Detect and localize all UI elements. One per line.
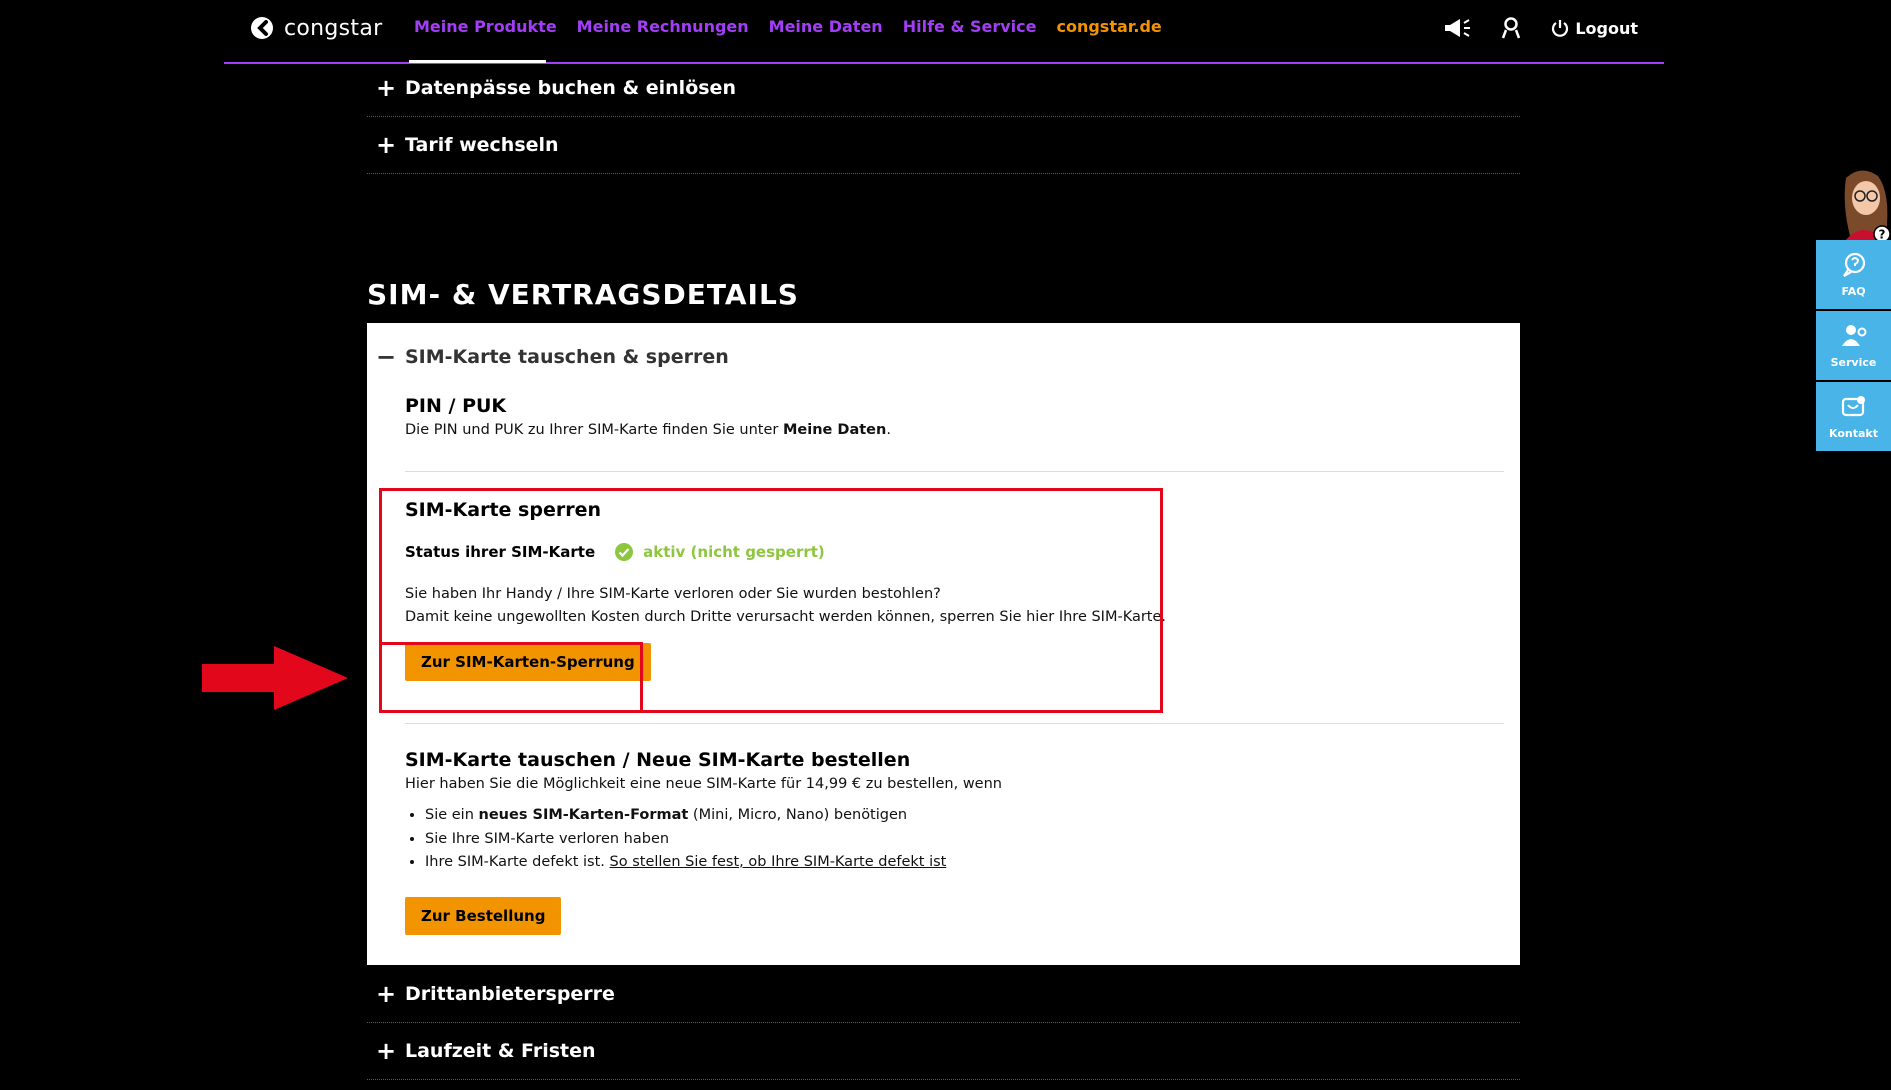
highlight-box-button [379, 642, 643, 713]
nav-meine-produkte[interactable]: Meine Produkte [414, 17, 557, 36]
side-tab-kontakt[interactable]: Kontakt [1816, 382, 1891, 451]
top-header: congstar Meine Produkte Meine Rechnungen… [224, 0, 1664, 64]
header-actions: Logout [1443, 15, 1638, 41]
reason-bold: neues SIM-Karten-Format [478, 807, 689, 823]
accordion-laufzeit-fristen[interactable]: + Laufzeit & Fristen [367, 1023, 1520, 1080]
accordion-tarif-wechseln[interactable]: + Tarif wechseln [367, 117, 1520, 174]
contact-phone-icon [1841, 396, 1865, 417]
accordion-label: Datenpässe buchen & einlösen [405, 77, 736, 99]
plus-icon: + [375, 131, 397, 159]
accordion-sim-tauschen-sperren[interactable]: − SIM-Karte tauschen & sperren [367, 343, 729, 371]
question-bubble-icon [1842, 252, 1865, 277]
section-title: SIM- & VERTRAGSDETAILS [367, 278, 799, 311]
reason-text: Sie ein [425, 807, 479, 823]
side-tab-service[interactable]: Service [1816, 311, 1891, 380]
side-tab-label: Kontakt [1829, 427, 1878, 440]
pin-puk-text-prefix: Die PIN und PUK zu Ihrer SIM-Karte finde… [405, 422, 783, 438]
plus-icon: + [375, 74, 397, 102]
accordion-drittanbietersperre[interactable]: + Drittanbietersperre [367, 966, 1520, 1023]
list-item: Ihre SIM-Karte defekt ist. So stellen Si… [425, 851, 1002, 875]
accordion-label: Tarif wechseln [405, 134, 559, 156]
sim-swap-intro: Hier haben Sie die Möglichkeit eine neue… [405, 776, 1002, 792]
accordion-label: Drittanbietersperre [405, 983, 615, 1005]
list-item: Sie Ihre SIM-Karte verloren haben [425, 828, 1002, 852]
nav-meine-rechnungen[interactable]: Meine Rechnungen [577, 17, 749, 36]
red-arrow-icon [202, 646, 348, 710]
plus-icon: + [375, 1037, 397, 1065]
accordion-label: Laufzeit & Fristen [405, 1040, 596, 1062]
congstar-logo-icon [251, 17, 273, 39]
pin-puk-block: PIN / PUK Die PIN und PUK zu Ihrer SIM-K… [405, 395, 891, 442]
megaphone-icon[interactable] [1443, 15, 1471, 41]
logout-label: Logout [1575, 18, 1638, 38]
side-help-tabs: FAQ Service Kontakt [1816, 240, 1891, 453]
sim-defect-link[interactable]: So stellen Sie fest, ob Ihre SIM-Karte d… [610, 854, 947, 870]
reason-text: Ihre SIM-Karte defekt ist. [425, 854, 610, 870]
nav-meine-daten[interactable]: Meine Daten [769, 17, 883, 36]
plus-icon: + [375, 980, 397, 1008]
pin-puk-text: Die PIN und PUK zu Ihrer SIM-Karte finde… [405, 419, 891, 442]
sim-swap-reasons: Sie ein neues SIM-Karten-Format (Mini, M… [405, 804, 1002, 875]
side-tab-label: Service [1830, 356, 1877, 369]
sim-swap-block: SIM-Karte tauschen / Neue SIM-Karte best… [405, 749, 1002, 935]
accordion-datenpaesse[interactable]: + Datenpässe buchen & einlösen [367, 60, 1520, 117]
user-icon[interactable] [1497, 15, 1525, 41]
logout-button[interactable]: Logout [1551, 19, 1638, 38]
nav-congstar-de[interactable]: congstar.de [1056, 17, 1161, 36]
service-user-icon [1841, 325, 1866, 346]
side-tab-label: FAQ [1841, 285, 1866, 298]
side-tab-faq[interactable]: FAQ [1816, 240, 1891, 309]
sim-swap-title: SIM-Karte tauschen / Neue SIM-Karte best… [405, 749, 911, 771]
congstar-logo[interactable]: congstar [250, 15, 382, 41]
order-button[interactable]: Zur Bestellung [405, 896, 562, 935]
assistant-avatar[interactable]: ? [1816, 164, 1891, 243]
reason-text: (Mini, Micro, Nano) benötigen [688, 807, 908, 823]
accordion-label: SIM-Karte tauschen & sperren [405, 346, 729, 368]
divider [405, 471, 1504, 472]
power-icon [1552, 20, 1569, 37]
meine-daten-ref: Meine Daten [782, 422, 887, 438]
list-item: Sie ein neues SIM-Karten-Format (Mini, M… [425, 804, 1002, 828]
main-nav: Meine Produkte Meine Rechnungen Meine Da… [414, 17, 1162, 36]
pin-puk-title: PIN / PUK [405, 395, 507, 417]
minus-icon: − [375, 343, 397, 371]
divider [405, 723, 1504, 724]
logo-text: congstar [284, 15, 383, 41]
nav-hilfe-service[interactable]: Hilfe & Service [903, 17, 1037, 36]
pin-puk-text-suffix: . [886, 422, 891, 438]
